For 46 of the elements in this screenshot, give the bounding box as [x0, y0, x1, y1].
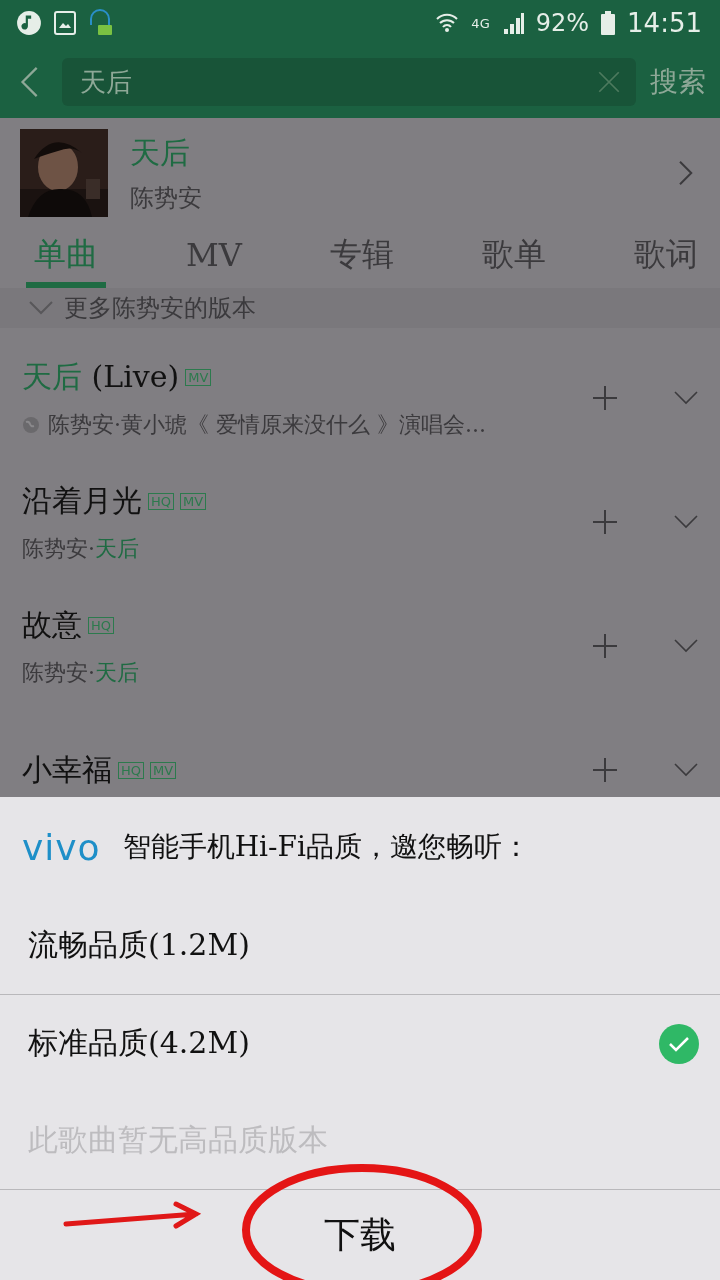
add-icon[interactable] [592, 633, 618, 659]
artist-name: 陈势安 [130, 182, 203, 214]
chevron-down-icon[interactable] [28, 300, 54, 316]
signal-icon [501, 12, 524, 34]
add-icon[interactable] [592, 385, 618, 411]
brand-logo: vivo [22, 826, 101, 868]
tab[interactable]: 专辑 [321, 228, 402, 288]
song-title[interactable]: 天后 (Live) [22, 356, 180, 398]
quality-tag: HQ [118, 761, 144, 779]
quality-tag: HQ [88, 616, 114, 634]
check-icon [658, 1022, 700, 1065]
headset-chat-icon [88, 9, 114, 37]
battery-icon [601, 11, 616, 35]
quality-option[interactable]: 标准品质(4.2M) [0, 995, 720, 1092]
network-type: 4G [471, 15, 490, 31]
quality-tag: MV [180, 492, 207, 510]
song-subtitle: 陈势安·天后 [22, 534, 139, 563]
search-field[interactable]: 天后 [62, 58, 636, 106]
chevron-down-icon[interactable] [674, 391, 698, 405]
quality-tag: MV [150, 761, 177, 779]
add-icon[interactable] [592, 757, 618, 783]
song-title[interactable]: 故意 [22, 604, 82, 646]
music-app-icon [16, 10, 42, 36]
tab[interactable]: 歌词 [626, 228, 706, 288]
tab[interactable]: MV [178, 228, 250, 288]
search-button[interactable]: 搜索 [650, 63, 706, 101]
tab[interactable]: 歌单 [473, 228, 554, 288]
song-title[interactable]: 小幸福 [22, 749, 112, 791]
song-title[interactable]: 沿着月光 [22, 480, 142, 522]
quality-tag: HQ [148, 492, 174, 510]
song-subtitle: 陈势安·黄小琥《 爱情原来没什么 》演唱会... [48, 410, 486, 439]
song-subtitle: 陈势安·天后 [22, 658, 139, 687]
clock: 14:51 [627, 8, 702, 38]
chevron-down-icon[interactable] [674, 763, 698, 777]
artist-title: 天后 [130, 133, 191, 172]
clear-icon[interactable] [596, 69, 622, 95]
chevron-down-icon[interactable] [674, 639, 698, 653]
chevron-down-icon[interactable] [674, 515, 698, 529]
sheet-headline: 智能手机Hi-Fi品质，邀您畅听： [122, 829, 530, 865]
add-icon[interactable] [592, 509, 618, 535]
quality-tag: MV [185, 368, 212, 386]
download-button[interactable]: 下载 [300, 1200, 420, 1270]
image-icon [54, 11, 76, 35]
battery-percentage: 92% [535, 9, 590, 37]
wifi-icon [435, 12, 460, 34]
quality-option[interactable]: 流畅品质(1.2M) [0, 897, 720, 995]
